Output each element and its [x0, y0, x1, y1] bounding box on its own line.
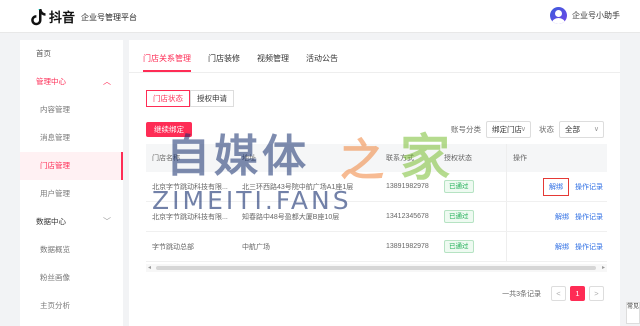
- column-header-actions: 操作: [506, 144, 607, 172]
- category-filter-label: 账号分类: [451, 125, 481, 134]
- sidebar-item-label: 消息管理: [40, 133, 70, 142]
- table-horizontal-scrollbar[interactable]: ◂ ▸: [146, 264, 607, 272]
- table-row: 字节跳动总部 中航广场 13891982978 已通过 解绑 操作记录: [146, 232, 607, 262]
- scroll-right-icon[interactable]: ▸: [602, 264, 605, 272]
- subtab-store-status[interactable]: 门店状态: [146, 90, 190, 107]
- table-row: 北京字节跳动科技有限... 北三环西路43号院中航广场A1座1层 1389198…: [146, 172, 607, 202]
- operation-log-link[interactable]: 操作记录: [575, 242, 603, 252]
- operation-log-link[interactable]: 操作记录: [575, 212, 603, 222]
- prev-page-button[interactable]: <: [551, 286, 566, 301]
- column-header-name: 门店名称: [152, 155, 180, 162]
- scrollbar-thumb[interactable]: [156, 266, 596, 270]
- store-phone: 13891982978: [386, 183, 429, 190]
- unbind-link[interactable]: 解绑: [543, 177, 569, 196]
- column-header-status: 授权状态: [444, 155, 472, 162]
- sidebar-group-management[interactable]: 管理中心 ︿: [20, 68, 123, 96]
- brand-name: 抖音: [49, 10, 76, 25]
- sidebar-item-data-overview[interactable]: 数据概览: [20, 236, 123, 264]
- tab-bar: 门店关系管理 门店装修 视频管理 活动公告: [143, 50, 355, 72]
- help-widget[interactable]: 常见: [626, 302, 640, 324]
- sidebar: 首页 管理中心 ︿ 内容管理 消息管理 门店管理 用户管理 数据中心 ﹀ 数据概…: [20, 40, 123, 326]
- top-bar: 抖音 企业号管理平台 企业号小助手: [0, 0, 640, 33]
- tab-store-decoration[interactable]: 门店装修: [208, 50, 240, 72]
- sidebar-item-label: 管理中心: [36, 77, 66, 86]
- sidebar-item-label: 主页分析: [40, 301, 70, 310]
- status-filter-label: 状态: [539, 125, 554, 134]
- status-badge: 已通过: [444, 240, 474, 253]
- sidebar-item-label: 用户管理: [40, 189, 70, 198]
- chevron-down-icon: ﹀: [103, 217, 111, 226]
- store-phone: 13891982978: [386, 243, 429, 250]
- avatar[interactable]: [550, 7, 567, 24]
- column-header-phone: 联系方式: [386, 155, 414, 162]
- store-name: 北京字节跳动科技有限...: [152, 183, 228, 191]
- next-page-button[interactable]: >: [589, 286, 604, 301]
- store-name: 北京字节跳动科技有限...: [152, 213, 228, 221]
- sidebar-item-content[interactable]: 内容管理: [20, 96, 123, 124]
- sidebar-item-fans[interactable]: 粉丝画像: [20, 264, 123, 292]
- sidebar-group-data[interactable]: 数据中心 ﹀: [20, 208, 123, 236]
- table-row: 北京字节跳动科技有限... 知春路中48号盈都大厦B座10层 134123456…: [146, 202, 607, 232]
- douyin-logo-icon: [30, 8, 46, 26]
- unbind-link[interactable]: 解绑: [555, 242, 569, 252]
- sidebar-item-label: 首页: [36, 49, 51, 58]
- store-table: 门店名称 地址 联系方式 授权状态 操作 北京字节跳动科技有限... 北三环西路…: [146, 144, 607, 262]
- store-phone: 13412345678: [386, 213, 429, 220]
- main-panel: 门店关系管理 门店装修 视频管理 活动公告 门店状态 授权申请 继续绑定 账号分…: [129, 40, 620, 326]
- sidebar-item-users[interactable]: 用户管理: [20, 180, 123, 208]
- tab-divider: [129, 72, 620, 73]
- chevron-down-icon: ∨: [520, 126, 526, 133]
- tab-video-management[interactable]: 视频管理: [257, 50, 289, 72]
- store-name: 字节跳动总部: [152, 243, 194, 251]
- brand-subtitle: 企业号管理平台: [81, 13, 138, 22]
- help-label[interactable]: 常见: [627, 304, 639, 310]
- status-select-value: 全部: [565, 125, 580, 134]
- chevron-up-icon: ︿: [103, 77, 111, 86]
- subtab-group: 门店状态 授权申请: [146, 90, 234, 107]
- brand-logo[interactable]: 抖音 企业号管理平台: [30, 7, 137, 26]
- scroll-left-icon[interactable]: ◂: [148, 264, 151, 272]
- sidebar-item-messages[interactable]: 消息管理: [20, 124, 123, 152]
- subtab-auth-requests[interactable]: 授权申请: [190, 90, 234, 107]
- user-name[interactable]: 企业号小助手: [572, 10, 620, 21]
- operation-log-link[interactable]: 操作记录: [575, 182, 603, 192]
- user-menu[interactable]: 企业号小助手: [550, 7, 620, 24]
- pagination: 一共3条记录 < 1 >: [502, 286, 604, 301]
- table-header: 门店名称 地址 联系方式 授权状态 操作: [146, 144, 607, 172]
- category-select[interactable]: 绑定门店 ∨: [486, 121, 531, 138]
- chevron-down-icon: ∨: [593, 126, 599, 133]
- sidebar-item-stores[interactable]: 门店管理: [20, 152, 123, 180]
- store-address: 知春路中48号盈都大厦B座10层: [242, 213, 340, 221]
- status-badge: 已通过: [444, 210, 474, 223]
- tab-store-relations[interactable]: 门店关系管理: [143, 50, 191, 72]
- sidebar-item-label: 内容管理: [40, 105, 70, 114]
- filter-bar: 账号分类 绑定门店 ∨ 状态 全部 ∨: [443, 121, 604, 138]
- sidebar-item-homepage-analysis[interactable]: 主页分析: [20, 292, 123, 320]
- status-badge: 已通过: [444, 180, 474, 193]
- unbind-link[interactable]: 解绑: [555, 212, 569, 222]
- sidebar-item-label: 门店管理: [40, 161, 70, 170]
- store-address: 北三环西路43号院中航广场A1座1层: [242, 183, 354, 191]
- page-1-button[interactable]: 1: [570, 286, 585, 301]
- sidebar-item-home[interactable]: 首页: [20, 40, 123, 68]
- sidebar-item-label: 数据中心: [36, 217, 66, 226]
- continue-bind-button[interactable]: 继续绑定: [146, 122, 192, 137]
- sidebar-item-label: 粉丝画像: [40, 273, 70, 282]
- column-header-address: 地址: [242, 155, 256, 162]
- total-records: 一共3条记录: [502, 290, 541, 298]
- sidebar-item-label: 数据概览: [40, 245, 70, 254]
- category-select-value: 绑定门店: [492, 125, 522, 134]
- status-select[interactable]: 全部 ∨: [559, 121, 604, 138]
- tab-announcements[interactable]: 活动公告: [306, 50, 338, 72]
- store-address: 中航广场: [242, 243, 270, 251]
